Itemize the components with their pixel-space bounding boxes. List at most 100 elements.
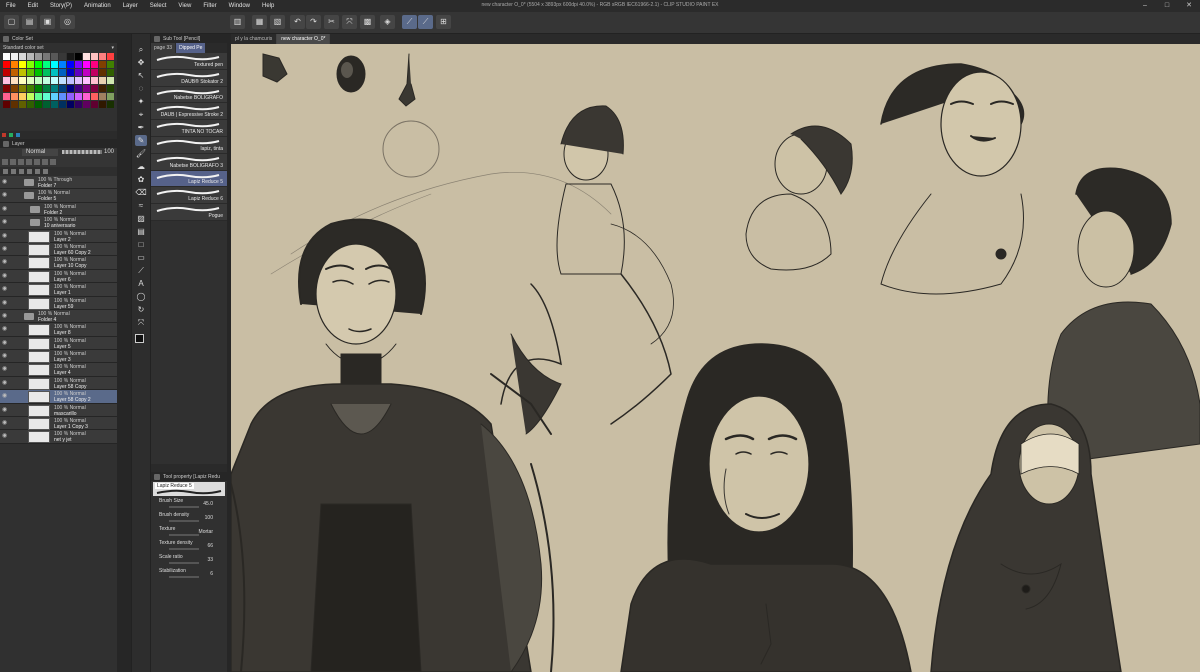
color-swatch[interactable] bbox=[83, 77, 90, 84]
color-swatch[interactable] bbox=[91, 101, 98, 108]
layer-row[interactable]: ◉ 100 % Normal Layer 3 bbox=[0, 350, 117, 364]
menu-filter[interactable]: Filter bbox=[197, 3, 222, 9]
airbrush-icon[interactable]: ☁ bbox=[135, 161, 147, 172]
color-red-dot[interactable] bbox=[2, 133, 6, 137]
app-menu-icon[interactable]: ▥ bbox=[230, 15, 245, 29]
color-swatch[interactable] bbox=[43, 69, 50, 76]
eyedropper-icon[interactable]: ⌖ bbox=[135, 109, 147, 120]
color-swatch[interactable] bbox=[19, 69, 26, 76]
color-swatch[interactable] bbox=[43, 77, 50, 84]
opacity-slider[interactable] bbox=[62, 150, 102, 154]
clip-icon[interactable] bbox=[2, 159, 8, 165]
brush-icon[interactable]: 🖌 bbox=[135, 148, 147, 159]
menu-story[interactable]: Story(P) bbox=[44, 3, 78, 9]
property-slider[interactable] bbox=[169, 506, 199, 508]
color-swatch[interactable] bbox=[43, 93, 50, 100]
color-swatch[interactable] bbox=[67, 101, 74, 108]
color-swatch[interactable] bbox=[3, 69, 10, 76]
eye-icon[interactable]: ◉ bbox=[2, 179, 8, 185]
color-swatch[interactable] bbox=[51, 77, 58, 84]
property-slider[interactable] bbox=[169, 548, 199, 550]
color-swatch[interactable] bbox=[83, 85, 90, 92]
color-swatch[interactable] bbox=[67, 85, 74, 92]
color-swatch[interactable] bbox=[51, 69, 58, 76]
color-swatch[interactable] bbox=[75, 61, 82, 68]
color-swatch[interactable] bbox=[27, 61, 34, 68]
color-swatch[interactable] bbox=[11, 61, 18, 68]
foreground-color-swatch[interactable] bbox=[135, 334, 144, 343]
eye-icon[interactable]: ◉ bbox=[2, 206, 8, 212]
transfer-down-icon[interactable] bbox=[27, 169, 32, 174]
transform-icon[interactable]: ⤧ bbox=[135, 317, 147, 328]
layer-row[interactable]: ◉ 100 % Normal 10 aniversario bbox=[0, 216, 117, 230]
layer-row[interactable]: ◉ 100 % Normal Layer 1 Copy 3 bbox=[0, 417, 117, 431]
eraser-icon[interactable]: ⌫ bbox=[135, 187, 147, 198]
layer-row[interactable]: ◉ 100 % Normal Layer 5 bbox=[0, 336, 117, 351]
eye-icon[interactable]: ◉ bbox=[2, 273, 8, 279]
drawing-canvas[interactable] bbox=[231, 44, 1200, 672]
color-swatch[interactable] bbox=[51, 61, 58, 68]
menu-help[interactable]: Help bbox=[256, 3, 280, 9]
property-slider[interactable] bbox=[169, 562, 199, 564]
property-slider[interactable] bbox=[169, 534, 199, 536]
color-swatch[interactable] bbox=[75, 101, 82, 108]
layer-row[interactable]: ◉ 100 % Normal Layer 4 bbox=[0, 363, 117, 377]
menu-animation[interactable]: Animation bbox=[78, 3, 117, 9]
lock-alpha-icon[interactable] bbox=[26, 159, 32, 165]
color-swatch[interactable] bbox=[19, 53, 26, 60]
paste-icon[interactable]: ▧ bbox=[270, 15, 285, 29]
color-swatch[interactable] bbox=[51, 85, 58, 92]
color-swatch[interactable] bbox=[11, 85, 18, 92]
layer-row[interactable]: ◉ 100 % Normal Layer 58 Copy bbox=[0, 376, 117, 391]
color-swatch[interactable] bbox=[3, 53, 10, 60]
brush-item[interactable]: TINTA NO TOCAR bbox=[151, 120, 227, 137]
color-swatch[interactable] bbox=[59, 61, 66, 68]
color-swatch[interactable] bbox=[91, 69, 98, 76]
pen-icon[interactable]: ✒ bbox=[135, 122, 147, 133]
color-swatch[interactable] bbox=[3, 93, 10, 100]
tab-pencil-group[interactable]: page 33 bbox=[151, 43, 176, 53]
color-swatch[interactable] bbox=[35, 69, 42, 76]
eye-icon[interactable]: ◉ bbox=[2, 286, 8, 292]
chevron-down-icon[interactable]: ▾ bbox=[111, 45, 114, 51]
color-swatch[interactable] bbox=[99, 53, 106, 60]
color-swatch[interactable] bbox=[59, 77, 66, 84]
new-vector-layer-icon[interactable] bbox=[11, 169, 16, 174]
property-value[interactable]: Mortar bbox=[199, 529, 213, 535]
eye-icon[interactable]: ◉ bbox=[2, 393, 8, 399]
brush-item[interactable]: Lapiz Reduce 6 bbox=[151, 187, 227, 205]
reference-icon[interactable] bbox=[10, 159, 16, 165]
balloon-icon[interactable]: ◯ bbox=[135, 291, 147, 302]
color-swatch[interactable] bbox=[11, 77, 18, 84]
property-value[interactable]: 100 bbox=[205, 515, 213, 521]
color-swatch[interactable] bbox=[99, 77, 106, 84]
magic-wand-icon[interactable]: ✦ bbox=[135, 96, 147, 107]
color-swatch[interactable] bbox=[99, 101, 106, 108]
property-value[interactable]: 33 bbox=[207, 557, 213, 563]
brush-item[interactable]: Nabetse BOLIGRAFO bbox=[151, 86, 227, 104]
transform-icon[interactable]: ⤧ bbox=[342, 15, 357, 29]
color-swatch[interactable] bbox=[99, 61, 106, 68]
color-swatch[interactable] bbox=[27, 53, 34, 60]
eye-icon[interactable]: ◉ bbox=[2, 366, 8, 372]
color-swatch[interactable] bbox=[67, 61, 74, 68]
color-swatch[interactable] bbox=[51, 53, 58, 60]
color-swatch[interactable] bbox=[3, 101, 10, 108]
menu-file[interactable]: File bbox=[0, 3, 22, 9]
palette-color-icon[interactable] bbox=[50, 159, 56, 165]
fill-icon[interactable]: ▨ bbox=[135, 213, 147, 224]
color-swatch[interactable] bbox=[83, 101, 90, 108]
lasso-icon[interactable]: ◌ bbox=[135, 83, 147, 94]
perspective-icon[interactable]: ⟋ bbox=[418, 15, 433, 29]
color-swatch[interactable] bbox=[11, 53, 18, 60]
color-swatch[interactable] bbox=[107, 61, 114, 68]
color-swatch[interactable] bbox=[83, 61, 90, 68]
eye-icon[interactable]: ◉ bbox=[2, 353, 8, 359]
new-folder-icon[interactable] bbox=[19, 169, 24, 174]
color-swatch[interactable] bbox=[11, 101, 18, 108]
color-swatch[interactable] bbox=[19, 93, 26, 100]
color-swatch[interactable] bbox=[11, 69, 18, 76]
open-icon[interactable]: ▤ bbox=[22, 15, 37, 29]
color-swatch[interactable] bbox=[59, 101, 66, 108]
color-swatch[interactable] bbox=[99, 85, 106, 92]
